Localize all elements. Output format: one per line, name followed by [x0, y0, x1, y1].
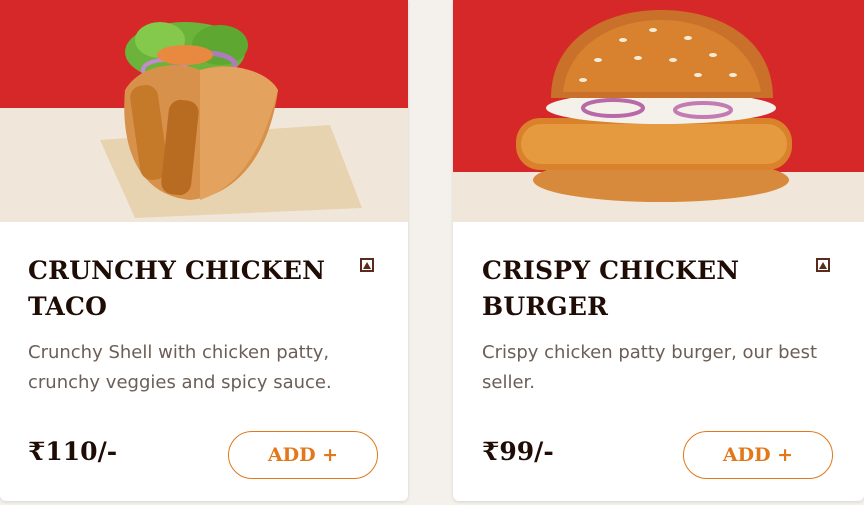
product-title: CRUNCHY CHICKEN TACO: [28, 256, 326, 321]
product-price: ₹99/-: [482, 437, 554, 466]
product-card[interactable]: CRUNCHY CHICKEN TACO Crunchy Shell with …: [0, 0, 408, 501]
product-title: CRISPY CHICKEN BURGER: [482, 256, 740, 321]
add-to-cart-button[interactable]: ADD +: [683, 431, 833, 479]
add-to-cart-button[interactable]: ADD +: [228, 431, 378, 479]
product-card[interactable]: CRISPY CHICKEN BURGER Crispy chicken pat…: [453, 0, 864, 501]
non-veg-icon: [816, 258, 830, 272]
product-description: Crispy chicken patty burger, our best se…: [482, 342, 818, 393]
product-price: ₹110/-: [28, 437, 118, 466]
chicken-taco-image[interactable]: [0, 0, 408, 222]
product-description: Crunchy Shell with chicken patty, crunch…: [28, 342, 332, 393]
chicken-burger-image[interactable]: [453, 0, 864, 222]
non-veg-icon: [360, 258, 374, 272]
